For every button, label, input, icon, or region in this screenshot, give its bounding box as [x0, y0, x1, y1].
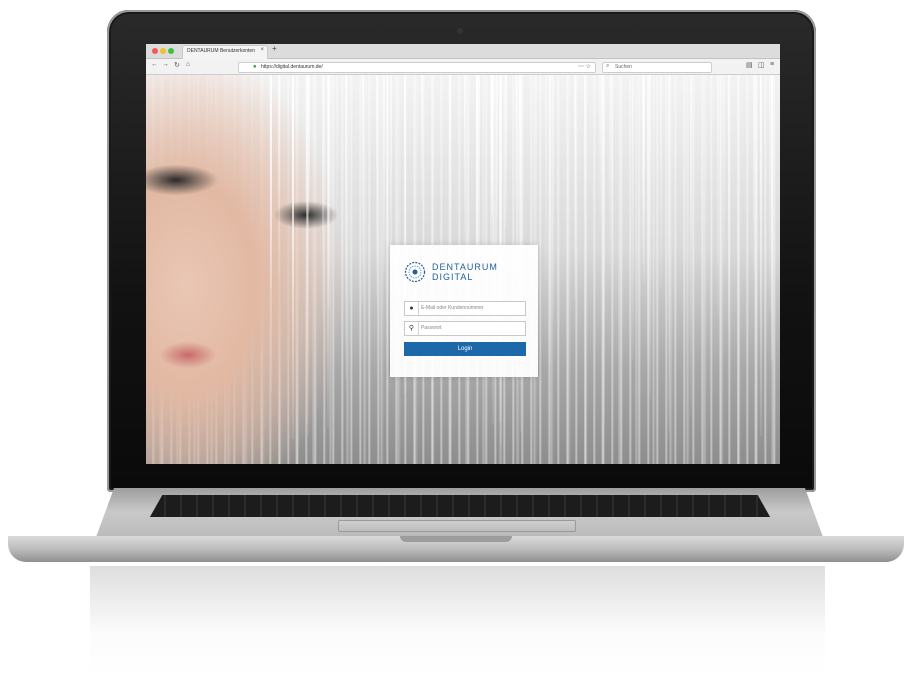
rain-streak — [643, 75, 645, 283]
new-tab-button[interactable]: + — [272, 44, 277, 53]
rain-streak — [387, 75, 389, 388]
browser-tab[interactable]: DENTAURUM Benutzerkonten × — [182, 45, 268, 59]
rain-streak — [383, 75, 385, 272]
browser-tab-bar: DENTAURUM Benutzerkonten × + — [146, 44, 780, 59]
email-field[interactable]: ● — [404, 301, 526, 316]
lid-opening-notch — [400, 536, 512, 542]
login-card: DENTAURUM DIGITAL ● ⚲ Login — [390, 245, 538, 377]
rain-streak — [278, 75, 280, 279]
forward-button[interactable]: → — [162, 61, 169, 68]
address-bar[interactable]: ● https://digital.dentaurum.de/ ⋯ ☆ — [238, 62, 596, 73]
keyboard — [150, 495, 770, 517]
webcam — [457, 28, 463, 34]
rain-streak — [552, 75, 554, 322]
rain-streak — [717, 75, 719, 317]
rain-streak — [336, 75, 338, 238]
rain-streak — [270, 75, 272, 392]
rain-streak — [545, 75, 547, 281]
login-button[interactable]: Login — [404, 342, 526, 356]
hero-face-image — [146, 75, 406, 464]
browser-toolbar: ← → ↻ ⌂ ● https://digital.dentaurum.de/ … — [146, 59, 780, 75]
email-input[interactable] — [421, 303, 521, 313]
rain-streak — [345, 75, 347, 379]
rain-streak — [421, 75, 423, 203]
rain-streak — [771, 75, 773, 366]
rain-streak — [690, 75, 692, 414]
laptop-reflection — [90, 566, 825, 677]
menu-icon[interactable]: ≡ — [770, 61, 774, 68]
logo-line-2: DIGITAL — [432, 272, 474, 282]
rain-streak — [755, 75, 757, 329]
rain-streak — [362, 75, 364, 304]
maximize-window-button[interactable] — [168, 48, 174, 54]
rain-streak — [760, 75, 762, 436]
tab-close-icon[interactable]: × — [260, 47, 264, 53]
user-icon: ● — [405, 302, 419, 315]
url-text: https://digital.dentaurum.de/ — [261, 64, 323, 70]
rain-streak — [376, 75, 378, 297]
back-button[interactable]: ← — [151, 61, 158, 68]
rain-streak — [603, 75, 605, 421]
rain-streak — [515, 75, 517, 212]
library-icon[interactable]: ▤ — [746, 61, 753, 69]
rain-streak — [599, 75, 601, 230]
rain-streak — [292, 75, 294, 291]
reload-button[interactable]: ↻ — [174, 61, 180, 69]
login-page-background: DENTAURUM DIGITAL ● ⚲ Login — [146, 75, 780, 464]
rain-streak — [464, 75, 466, 243]
rain-streak — [728, 75, 730, 332]
rain-streak — [574, 75, 576, 299]
key-icon: ⚲ — [405, 322, 419, 335]
logo-line-1: DENTAURUM — [432, 262, 498, 272]
sidebar-icon[interactable]: ◫ — [758, 61, 765, 69]
close-window-button[interactable] — [152, 48, 158, 54]
rain-streak — [505, 75, 507, 228]
search-icon: ⌕ — [606, 63, 610, 69]
rain-streak — [723, 75, 725, 264]
rain-streak — [611, 75, 613, 239]
laptop-screen: DENTAURUM Benutzerkonten × + ← → ↻ ⌂ ● h… — [146, 44, 780, 464]
dentaurum-logo-text: DENTAURUM DIGITAL — [432, 262, 498, 282]
page-actions-icon[interactable]: ⋯ ☆ — [578, 63, 591, 70]
lock-icon: ● — [253, 64, 257, 70]
search-placeholder: Suchen — [615, 64, 632, 70]
dentaurum-logo-icon — [404, 261, 426, 283]
rain-streak — [449, 75, 451, 215]
rain-streak — [327, 75, 329, 429]
home-button[interactable]: ⌂ — [186, 61, 190, 68]
rain-streak — [660, 75, 662, 286]
rain-streak — [584, 75, 586, 217]
rain-streak — [649, 75, 651, 398]
password-field[interactable]: ⚲ — [404, 321, 526, 336]
rain-streak — [322, 75, 324, 319]
rain-streak — [668, 75, 670, 433]
password-input[interactable] — [421, 323, 521, 333]
rain-streak — [308, 75, 310, 213]
rain-streak — [632, 75, 634, 361]
tab-title: DENTAURUM Benutzerkonten — [187, 48, 255, 54]
rain-streak — [549, 75, 551, 365]
trackpad — [338, 520, 576, 532]
search-bar[interactable]: ⌕ Suchen — [602, 62, 712, 73]
minimize-window-button[interactable] — [160, 48, 166, 54]
